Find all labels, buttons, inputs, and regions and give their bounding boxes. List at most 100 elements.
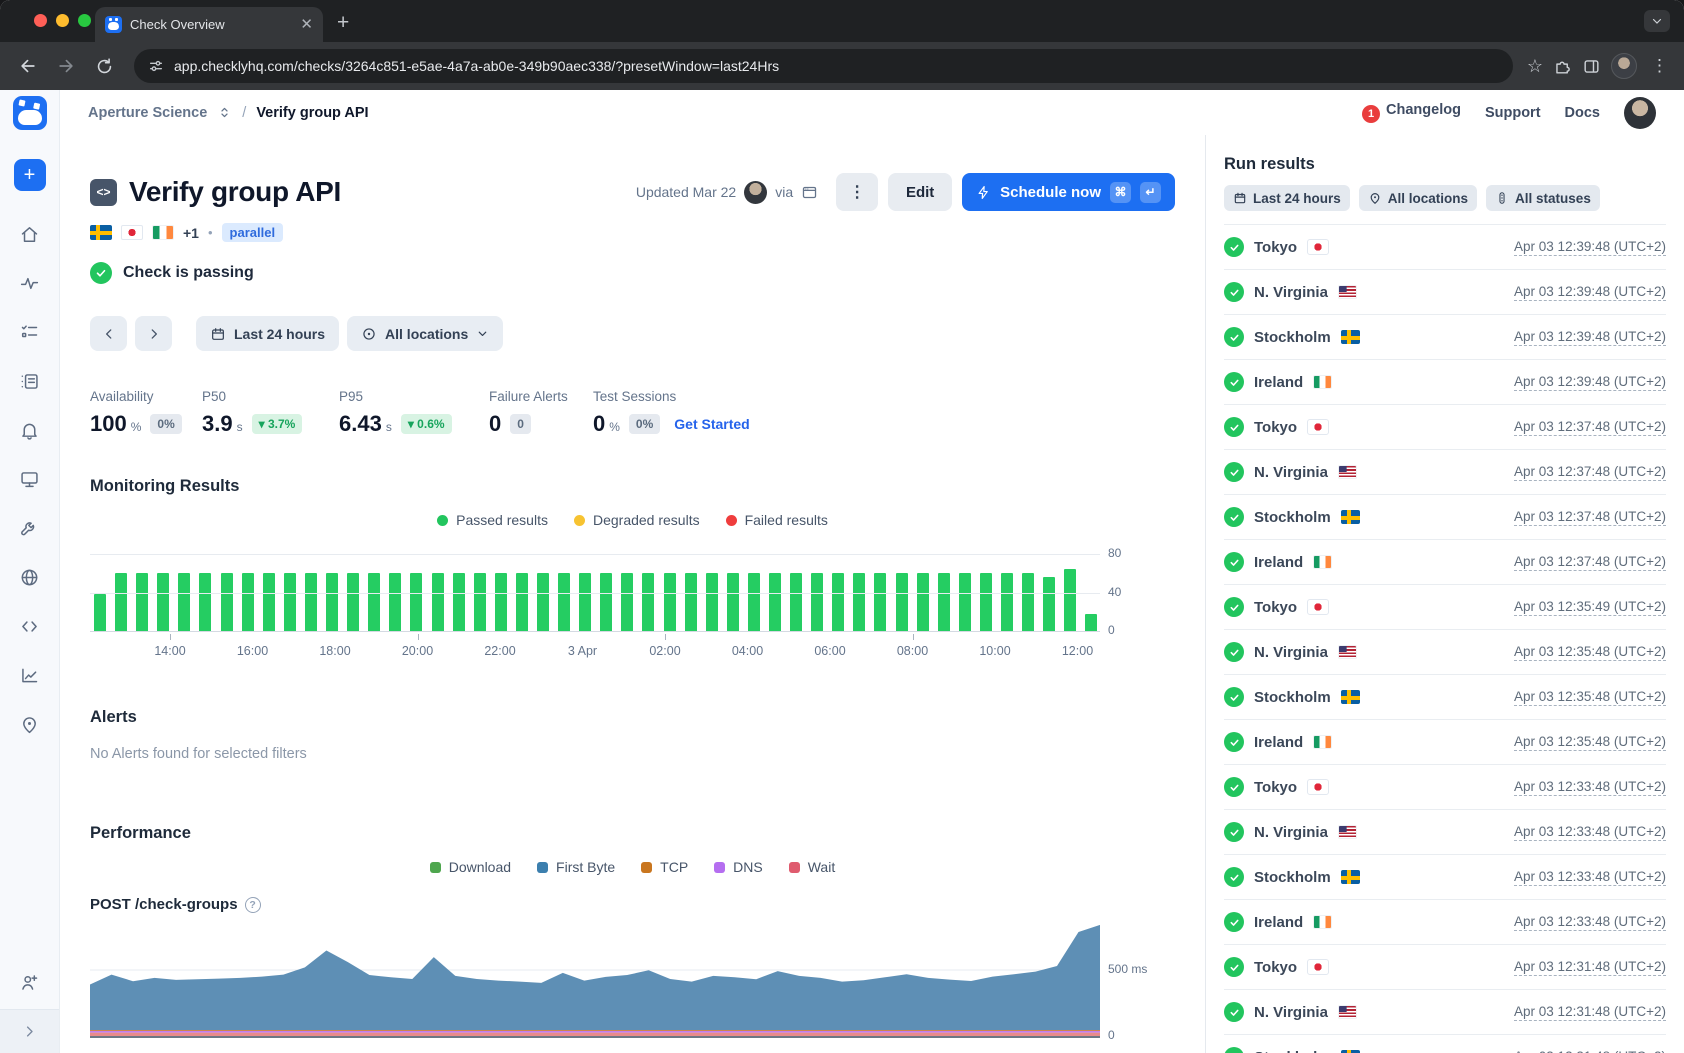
run-result-row[interactable]: TokyoApr 03 12:39:48 (UTC+2) <box>1224 225 1666 270</box>
run-result-row[interactable]: N. VirginiaApr 03 12:35:48 (UTC+2) <box>1224 630 1666 675</box>
checkly-logo[interactable] <box>13 96 47 130</box>
sidebar-item-checks[interactable] <box>19 321 41 343</box>
result-bar[interactable] <box>221 573 233 632</box>
result-bar[interactable] <box>621 573 633 632</box>
result-bar[interactable] <box>853 573 865 632</box>
result-bar[interactable] <box>727 573 739 632</box>
result-bar[interactable] <box>790 573 802 632</box>
result-bar[interactable] <box>938 573 950 632</box>
editor-avatar[interactable] <box>744 181 767 204</box>
run-timestamp-link[interactable]: Apr 03 12:31:48 (UTC+2) <box>1514 959 1666 976</box>
run-result-row[interactable]: StockholmApr 03 12:33:48 (UTC+2) <box>1224 855 1666 900</box>
result-bar[interactable] <box>558 573 570 632</box>
run-timestamp-link[interactable]: Apr 03 12:39:48 (UTC+2) <box>1514 239 1666 256</box>
result-bar[interactable] <box>495 573 507 632</box>
result-bar[interactable] <box>769 573 781 632</box>
result-bar[interactable] <box>242 573 254 632</box>
invite-user-button[interactable] <box>19 971 41 993</box>
back-button[interactable] <box>12 50 44 82</box>
result-bar[interactable] <box>347 573 359 632</box>
url-bar[interactable]: app.checklyhq.com/checks/3264c851-e5ae-4… <box>134 49 1513 83</box>
result-bar[interactable] <box>1022 573 1034 632</box>
run-timestamp-link[interactable]: Apr 03 12:35:48 (UTC+2) <box>1514 689 1666 706</box>
window-controls[interactable] <box>34 14 91 27</box>
sidebar-item-activity[interactable] <box>19 272 41 294</box>
run-result-row[interactable]: N. VirginiaApr 03 12:37:48 (UTC+2) <box>1224 450 1666 495</box>
tab-close-icon[interactable]: ✕ <box>300 17 313 32</box>
result-bar[interactable] <box>284 573 296 632</box>
run-timestamp-link[interactable]: Apr 03 12:39:48 (UTC+2) <box>1514 374 1666 391</box>
nav-docs[interactable]: Docs <box>1565 105 1600 121</box>
run-timestamp-link[interactable]: Apr 03 12:37:48 (UTC+2) <box>1514 464 1666 481</box>
breadcrumb-org[interactable]: Aperture Science <box>88 105 207 121</box>
run-timestamp-link[interactable]: Apr 03 12:31:48 (UTC+2) <box>1514 1004 1666 1021</box>
result-bar[interactable] <box>368 573 380 632</box>
run-timestamp-link[interactable]: Apr 03 12:31:48 (UTC+2) <box>1514 1049 1666 1053</box>
run-result-row[interactable]: TokyoApr 03 12:31:48 (UTC+2) <box>1224 945 1666 990</box>
run-result-row[interactable]: TokyoApr 03 12:33:48 (UTC+2) <box>1224 765 1666 810</box>
browser-tab[interactable]: Check Overview ✕ <box>95 7 323 42</box>
run-timestamp-link[interactable]: Apr 03 12:39:48 (UTC+2) <box>1514 329 1666 346</box>
prev-period-button[interactable] <box>90 316 127 351</box>
extensions-icon[interactable] <box>1553 57 1572 76</box>
reload-button[interactable] <box>88 50 120 82</box>
close-window-button[interactable] <box>34 14 47 27</box>
result-bar[interactable] <box>959 573 971 632</box>
result-bar[interactable] <box>896 573 908 632</box>
browser-menu-icon[interactable]: ⋮ <box>1647 56 1672 76</box>
nav-changelog[interactable]: 1Changelog <box>1362 102 1461 123</box>
browser-profile-avatar[interactable] <box>1611 53 1637 79</box>
result-bar[interactable] <box>1043 577 1055 632</box>
run-result-row[interactable]: N. VirginiaApr 03 12:39:48 (UTC+2) <box>1224 270 1666 315</box>
get-started-link[interactable]: Get Started <box>674 416 749 432</box>
run-result-row[interactable]: TokyoApr 03 12:35:49 (UTC+2) <box>1224 585 1666 630</box>
run-filter-time[interactable]: Last 24 hours <box>1224 185 1350 211</box>
result-bar[interactable] <box>178 573 190 632</box>
run-result-row[interactable]: N. VirginiaApr 03 12:31:48 (UTC+2) <box>1224 990 1666 1035</box>
sidebar-item-locations[interactable] <box>19 713 41 735</box>
result-bar[interactable] <box>579 573 591 632</box>
result-bar[interactable] <box>706 573 718 632</box>
side-panel-icon[interactable] <box>1582 57 1601 76</box>
result-bar[interactable] <box>537 573 549 632</box>
run-result-row[interactable]: IrelandApr 03 12:39:48 (UTC+2) <box>1224 360 1666 405</box>
result-bar[interactable] <box>326 573 338 632</box>
tab-search-button[interactable] <box>1644 10 1670 32</box>
result-bar[interactable] <box>600 573 612 632</box>
site-settings-icon[interactable] <box>148 58 164 74</box>
sidebar-item-alerts[interactable] <box>19 419 41 441</box>
org-switcher-icon[interactable] <box>217 105 232 120</box>
result-bar[interactable] <box>263 573 275 632</box>
forward-button[interactable] <box>50 50 82 82</box>
run-timestamp-link[interactable]: Apr 03 12:35:49 (UTC+2) <box>1514 599 1666 616</box>
result-bar[interactable] <box>685 573 697 632</box>
result-bar[interactable] <box>410 573 422 632</box>
result-bar[interactable] <box>980 573 992 632</box>
sidebar-collapse-button[interactable] <box>0 1009 59 1053</box>
minimize-window-button[interactable] <box>56 14 69 27</box>
run-result-row[interactable]: IrelandApr 03 12:35:48 (UTC+2) <box>1224 720 1666 765</box>
run-result-row[interactable]: StockholmApr 03 12:37:48 (UTC+2) <box>1224 495 1666 540</box>
locations-filter-chip[interactable]: All locations <box>347 316 503 351</box>
performance-chart[interactable]: 500 ms0 <box>90 925 1140 1038</box>
run-filter-locations[interactable]: All locations <box>1359 185 1477 211</box>
result-bar[interactable] <box>115 573 127 632</box>
result-bar[interactable] <box>1001 573 1013 632</box>
result-bar[interactable] <box>94 594 106 632</box>
more-options-button[interactable]: ⋮ <box>836 173 878 211</box>
result-bar[interactable] <box>432 573 444 632</box>
sidebar-item-private-locations[interactable] <box>19 566 41 588</box>
edit-button[interactable]: Edit <box>888 173 952 211</box>
result-bar[interactable] <box>305 573 317 632</box>
sidebar-item-snippets[interactable] <box>19 615 41 637</box>
result-bar[interactable] <box>453 573 465 632</box>
schedule-now-button[interactable]: Schedule now ⌘ ↵ <box>962 173 1175 211</box>
sidebar-item-maintenance[interactable] <box>19 517 41 539</box>
next-period-button[interactable] <box>135 316 172 351</box>
result-bar[interactable] <box>664 573 676 632</box>
result-bar[interactable] <box>811 573 823 632</box>
result-bar[interactable] <box>874 573 886 632</box>
new-tab-button[interactable]: + <box>337 11 349 35</box>
run-result-row[interactable]: IrelandApr 03 12:33:48 (UTC+2) <box>1224 900 1666 945</box>
run-timestamp-link[interactable]: Apr 03 12:33:48 (UTC+2) <box>1514 824 1666 841</box>
